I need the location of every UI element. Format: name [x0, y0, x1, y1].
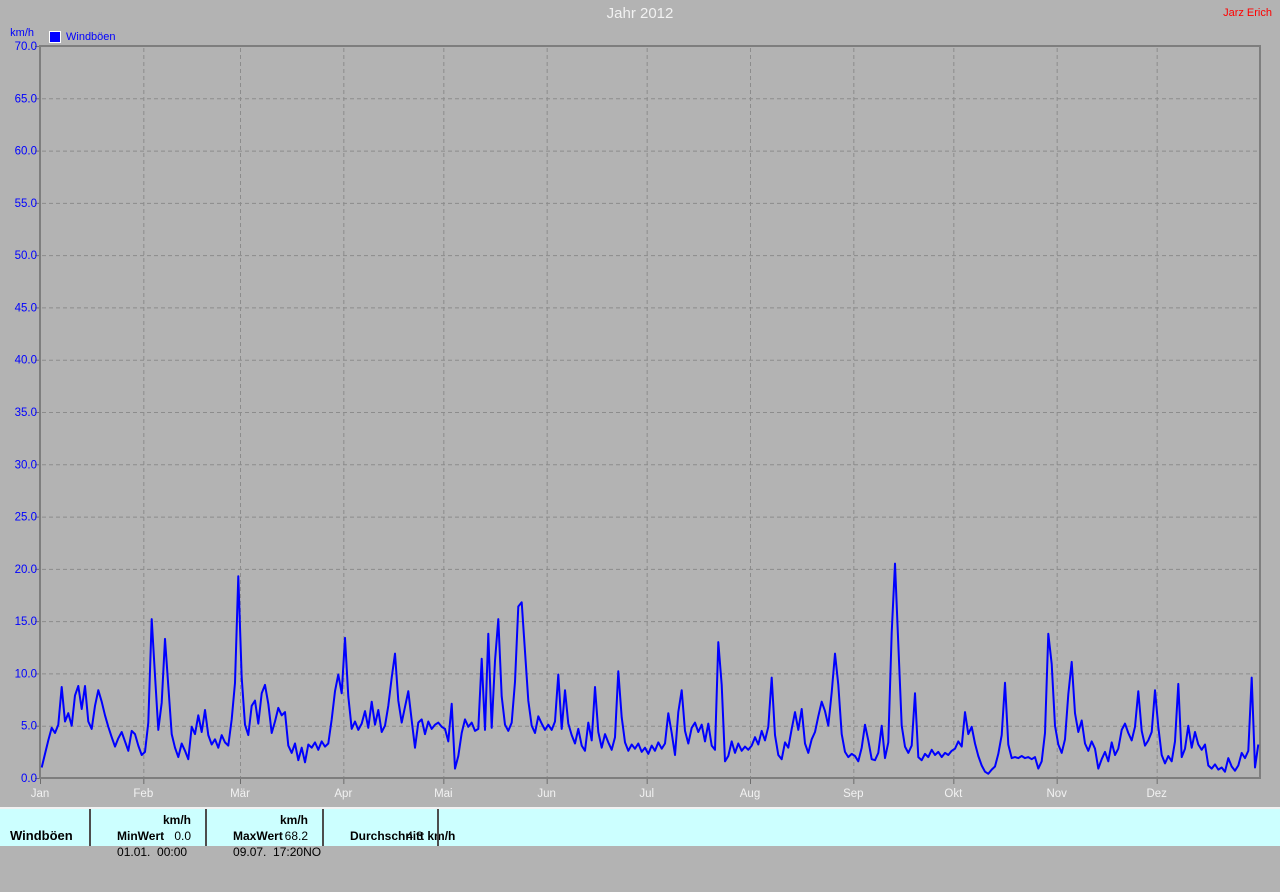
y-tick-label: 25.0 — [15, 512, 37, 524]
x-tick-label: Feb — [133, 788, 153, 800]
x-tick-label: Apr — [334, 788, 352, 800]
summary-minwert-cell: MinWert km/h 01.01. 00:00 0.0 — [91, 809, 203, 859]
summary-table: Windböen MinWert km/h 01.01. 00:00 0.0 M… — [0, 807, 1280, 859]
x-tick-label: Okt — [944, 788, 963, 800]
y-tick-label: 60.0 — [15, 146, 37, 158]
x-tick-label: Dez — [1146, 788, 1167, 800]
summary-row-label-cell: Windböen — [0, 809, 89, 846]
wind-gust-series-line — [40, 562, 1260, 775]
y-tick-label: 20.0 — [15, 564, 37, 576]
y-tick-label: 30.0 — [15, 459, 37, 471]
y-tick-label: 15.0 — [15, 616, 37, 628]
x-tick-label: Aug — [740, 788, 760, 800]
x-tick-label: Nov — [1046, 788, 1067, 800]
x-tick-label: Jul — [639, 788, 654, 800]
y-tick-label: 45.0 — [15, 302, 37, 314]
summary-divider — [437, 809, 439, 846]
y-tick-label: 10.0 — [15, 668, 37, 680]
y-tick-label: 55.0 — [15, 198, 37, 210]
x-tick-label: Mai — [434, 788, 453, 800]
summary-durchschnitt-cell: Durchschnitt km/h 4.3 — [324, 809, 455, 846]
summary-maxwert-cell: MaxWert km/h 09.07. 17:20NO 68.2 — [207, 809, 321, 859]
durchschnitt-value: 4.3 — [406, 829, 423, 843]
y-tick-label: 0.0 — [21, 773, 37, 785]
y-tick-label: 40.0 — [15, 355, 37, 367]
maxwert-timestamp: 09.07. 17:20NO — [233, 845, 322, 859]
y-tick-label: 35.0 — [15, 407, 37, 419]
x-tick-label: Jun — [537, 788, 556, 800]
x-tick-label: Sep — [843, 788, 863, 800]
wind-gust-line-chart[interactable]: 0.0 5.0 10.0 15.0 20.0 25.0 30.0 35.0 40.0 45.0 50… — [0, 0, 1280, 807]
summary-row-label: Windböen — [10, 828, 73, 843]
minwert-value: 0.0 — [174, 829, 191, 843]
minwert-timestamp: 01.01. 00:00 — [117, 845, 188, 859]
minwert-unit: km/h — [162, 813, 191, 827]
maxwert-value: 68.2 — [284, 829, 308, 843]
x-tick-label: Jan — [31, 788, 50, 800]
y-tick-label: 65.0 — [15, 93, 37, 105]
y-tick-label: 50.0 — [15, 250, 37, 262]
y-tick-label: 70.0 — [15, 41, 37, 53]
x-tick-label: Mär — [230, 788, 250, 800]
y-tick-label: 5.0 — [21, 721, 37, 733]
maxwert-unit: km/h — [279, 813, 308, 827]
plot-border — [39, 45, 1261, 779]
